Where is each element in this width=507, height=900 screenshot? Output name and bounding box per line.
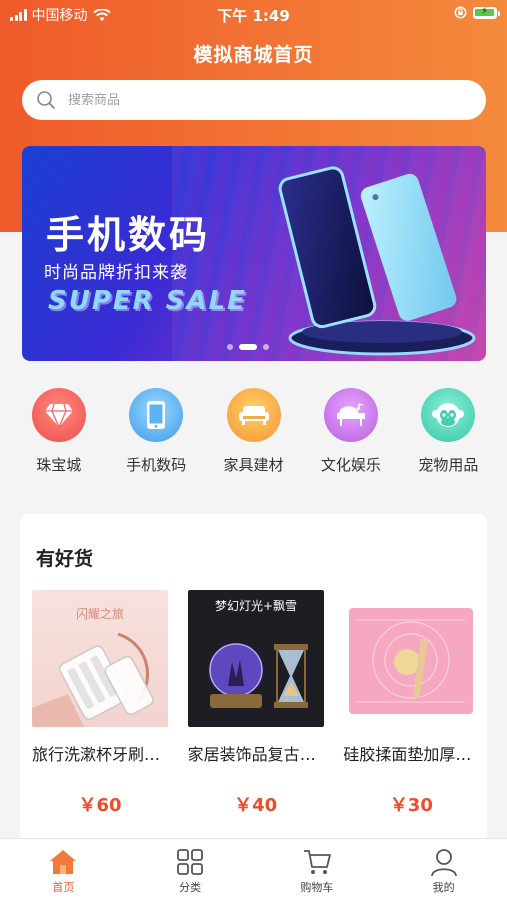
monkey-icon: [421, 388, 476, 442]
product-price: ￥40: [234, 795, 278, 816]
battery-icon: ⚡: [473, 6, 500, 19]
product-image: [343, 590, 480, 727]
carousel-dot[interactable]: [263, 344, 269, 350]
product-card[interactable]: 硅胶揉面垫加厚案板 ￥30: [343, 590, 487, 817]
tab-cart[interactable]: 购物车: [254, 839, 381, 900]
category-row: 珠宝城 手机数码 家具建材 文化娱乐 宠物用品: [10, 388, 497, 475]
category-label: 宠物用品: [418, 456, 479, 474]
product-card[interactable]: 闪耀之旅 旅行洗漱杯牙刷收纳盒 ￥60: [32, 590, 176, 817]
status-time: 下午 1:49: [217, 7, 290, 25]
tab-label: 我的: [432, 881, 455, 894]
product-image-text: 梦幻灯光+飘雪: [215, 599, 297, 613]
orientation-lock-icon: [454, 6, 467, 19]
piano-icon: [323, 388, 378, 442]
search-icon: [37, 91, 55, 109]
goods-list: 闪耀之旅 旅行洗漱杯牙刷收纳盒 ￥60: [20, 590, 487, 817]
product-image-text: 闪耀之旅: [76, 607, 124, 621]
search-input[interactable]: [68, 92, 448, 108]
product-image: 梦幻灯光+飘雪: [187, 590, 324, 727]
tab-home[interactable]: 首页: [0, 839, 127, 900]
home-icon: [50, 850, 77, 874]
product-image: 闪耀之旅: [32, 590, 168, 727]
page-title: 模拟商城首页: [193, 44, 314, 66]
cart-icon: [303, 850, 331, 874]
section-title: 有好货: [36, 548, 94, 570]
product-name: 硅胶揉面垫加厚案板: [343, 745, 480, 764]
product-name: 旅行洗漱杯牙刷收纳盒: [32, 745, 168, 764]
category-pets[interactable]: 宠物用品: [400, 388, 497, 475]
good-goods-section: 有好货 闪耀之旅 旅行洗漱杯牙刷收 ￥60 梦幻灯光+飘雪 家居装饰品复古摆件 …: [20, 514, 487, 844]
promo-banner[interactable]: 手机数码 时尚品牌折扣来袭 SUPER SALE: [22, 146, 486, 361]
sofa-icon: [226, 388, 281, 442]
banner-subtitle: 时尚品牌折扣来袭: [44, 263, 188, 283]
tab-profile[interactable]: 我的: [380, 839, 507, 900]
search-bar[interactable]: [22, 80, 486, 120]
status-right: ⚡: [454, 6, 500, 19]
category-label: 文化娱乐: [320, 456, 381, 474]
category-entertainment[interactable]: 文化娱乐: [302, 388, 399, 475]
carousel-dots: [227, 344, 269, 350]
banner-title: 手机数码: [46, 213, 211, 257]
bottom-tab-bar: 首页 分类 购物车 我的: [0, 838, 507, 900]
carousel-dot[interactable]: [227, 344, 233, 350]
category-label: 家具建材: [223, 456, 284, 474]
carousel-dot-active[interactable]: [239, 344, 257, 350]
product-card[interactable]: 梦幻灯光+飘雪 家居装饰品复古摆件 ￥40: [187, 590, 332, 817]
category-jewelry[interactable]: 珠宝城: [10, 388, 107, 475]
product-name: 家居装饰品复古摆件: [187, 745, 324, 764]
tab-label: 首页: [52, 881, 75, 894]
tab-label: 购物车: [300, 881, 334, 894]
user-icon: [430, 849, 457, 877]
category-label: 珠宝城: [36, 456, 82, 474]
tab-label: 分类: [179, 881, 202, 894]
phone-icon: [129, 388, 184, 442]
phones-image: [278, 166, 476, 356]
category-label: 手机数码: [126, 456, 187, 474]
product-price: ￥30: [389, 795, 433, 816]
product-price: ￥60: [78, 795, 122, 816]
category-digital[interactable]: 手机数码: [107, 388, 204, 475]
status-bar: 中国移动 下午 1:49 ⚡: [0, 0, 507, 28]
tab-category[interactable]: 分类: [127, 839, 254, 900]
category-furniture[interactable]: 家具建材: [205, 388, 302, 475]
banner-tagline: SUPER SALE: [48, 286, 247, 316]
diamond-icon: [31, 388, 86, 442]
grid-icon: [177, 849, 204, 875]
